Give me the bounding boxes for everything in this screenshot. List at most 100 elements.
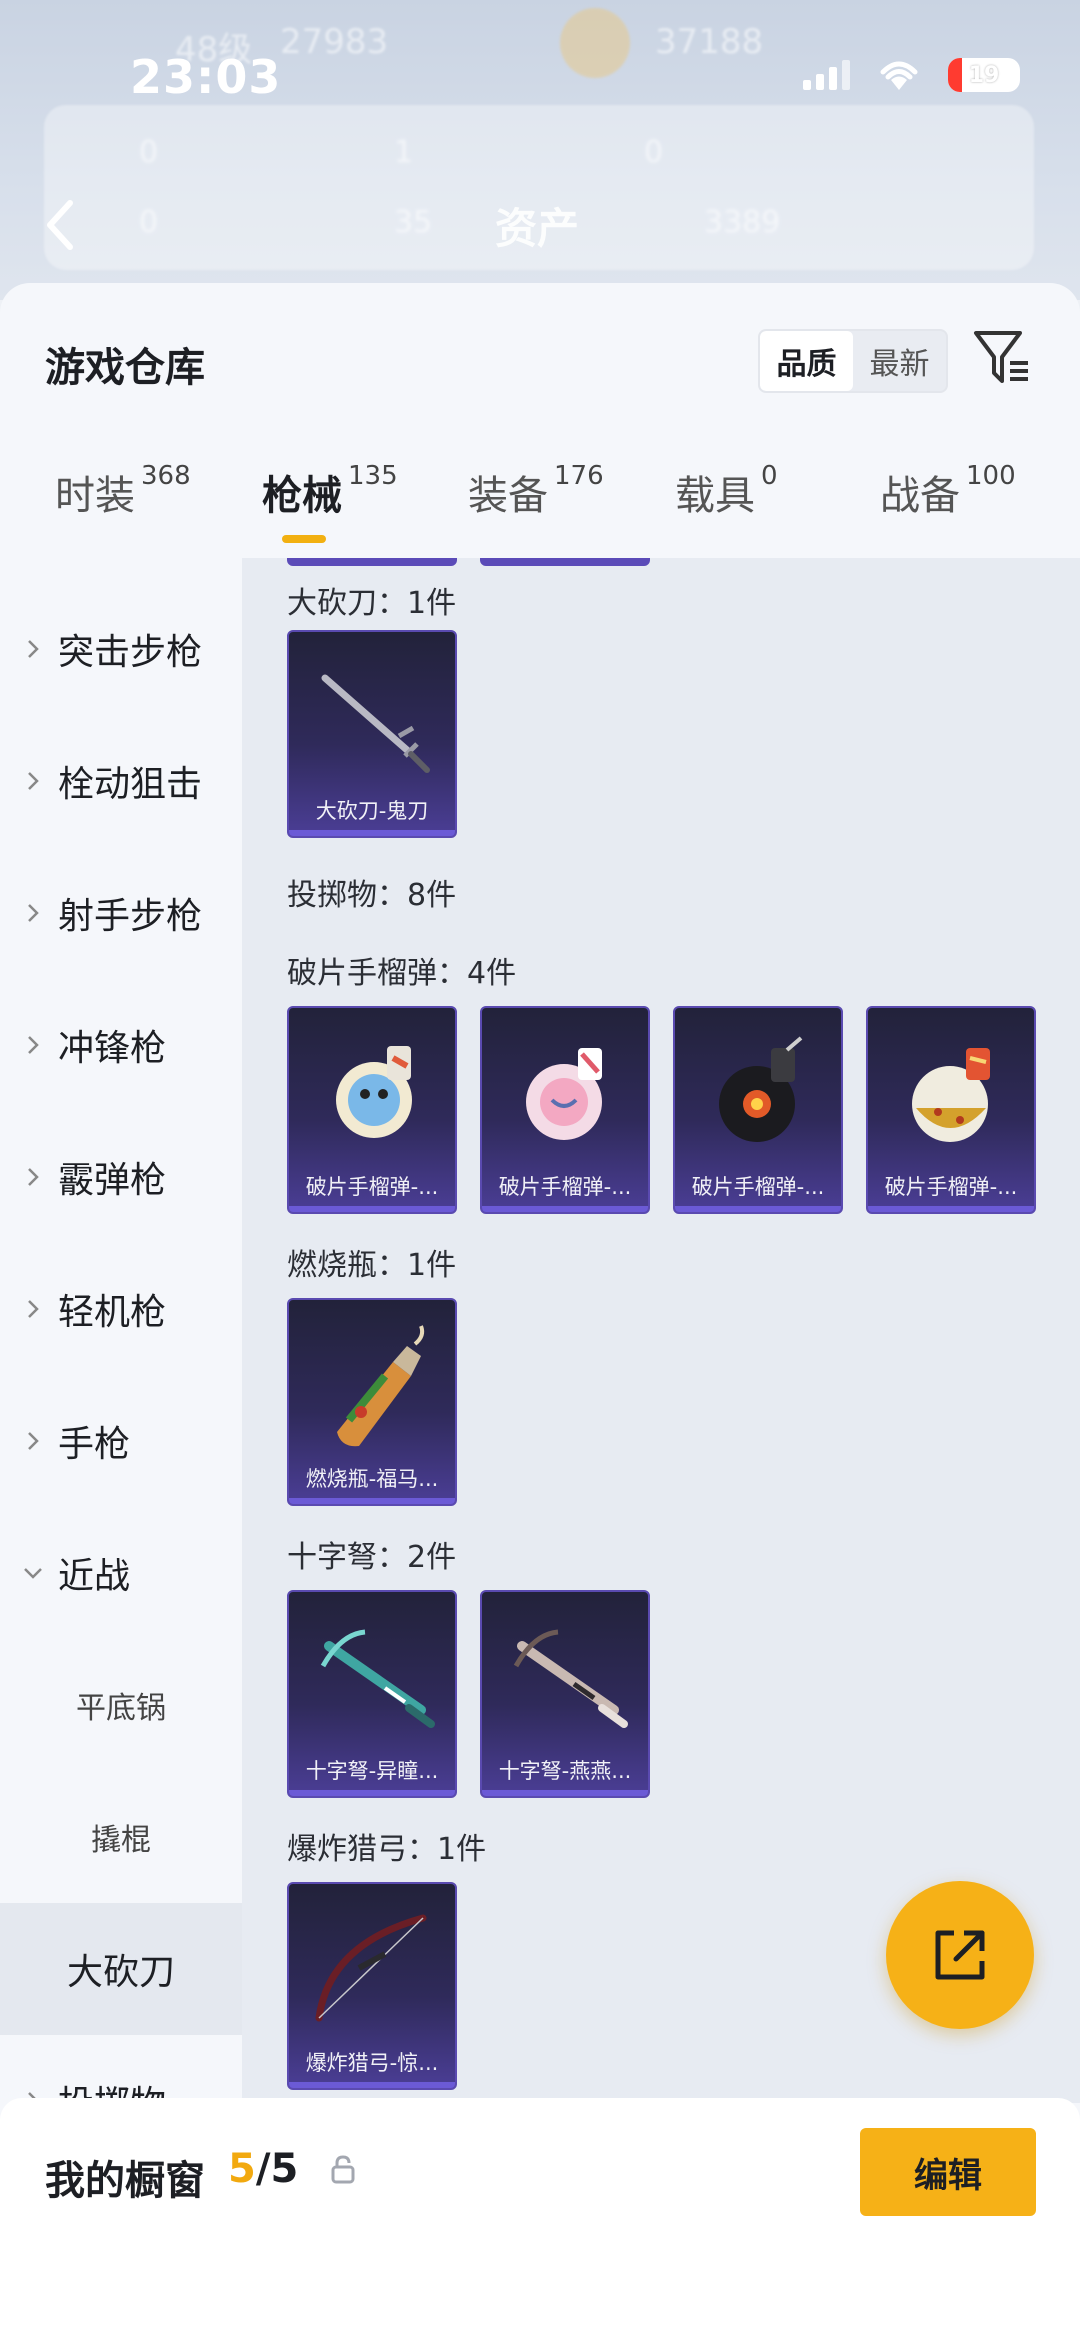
tab-vehicles[interactable]: 载具 0 xyxy=(675,461,778,521)
molotov-icon xyxy=(337,1325,425,1447)
tab-count: 0 xyxy=(761,461,778,491)
showcase-title: 我的橱窗 xyxy=(45,2158,205,2204)
header-background: 48级 27983 37188 23:03 19 0 1 0 0 35 3389… xyxy=(0,0,1080,300)
section-title: 十字弩：2件 xyxy=(287,1540,457,1575)
tab-count: 135 xyxy=(348,461,398,491)
sidebar-item-melee[interactable]: 近战 xyxy=(0,1507,242,1639)
tab-label: 载具 xyxy=(675,473,755,519)
status-icons: 19 xyxy=(803,58,1020,92)
sidebar-item-assault-rifle[interactable]: 突击步枪 xyxy=(0,583,242,715)
chevron-right-icon xyxy=(28,640,39,658)
tab-fashion[interactable]: 时装 368 xyxy=(55,461,191,521)
weapon-category-list: 突击步枪 栓动狙击 射手步枪 冲锋枪 霰弹枪 轻机枪 手枪 近战 平底锅 撬棍 … xyxy=(0,563,242,2341)
sidebar-item-label: 撬棍 xyxy=(91,1823,151,1858)
sidebar-item-label: 霰弹枪 xyxy=(58,1160,167,1201)
item-card[interactable]: 爆炸猎弓-惊... xyxy=(287,1882,457,2090)
tab-count: 368 xyxy=(141,461,191,491)
showcase-bar: 我的橱窗 5/5 编辑 xyxy=(0,2098,1080,2341)
item-name: 破片手榴弹-... xyxy=(498,1175,632,1199)
showcase-current: 5 xyxy=(228,2146,256,2192)
sidebar-item-label: 大砍刀 xyxy=(66,1952,175,1993)
item-name: 十字弩-燕燕... xyxy=(498,1759,632,1783)
battery-level: 19 xyxy=(968,62,1000,88)
sidebar-item-label: 近战 xyxy=(58,1556,131,1597)
item-grid-panel: 大砍刀：1件 大砍刀-鬼刀 投掷物：8件 破片手榴弹：4件 破片手榴弹-... xyxy=(242,558,1080,2103)
crossbow-icon xyxy=(513,1629,628,1728)
sidebar-item-label: 突击步枪 xyxy=(58,632,203,673)
stat-text: 0 xyxy=(644,135,664,170)
item-card[interactable]: 破片手榴弹-... xyxy=(866,1006,1036,1214)
warehouse-sheet: 游戏仓库 品质 最新 时装 368 枪械 135 装备 176 载具 0 战备 … xyxy=(0,283,1080,2341)
chevron-right-icon xyxy=(28,1432,39,1450)
sidebar-item-shotgun[interactable]: 霰弹枪 xyxy=(0,1111,242,1243)
tab-firearms[interactable]: 枪械 135 xyxy=(262,461,398,521)
active-tab-indicator xyxy=(282,535,326,543)
showcase-count: 5/5 xyxy=(228,2146,298,2192)
hunting-bow-icon xyxy=(315,1914,427,2022)
stat-text: 3389 xyxy=(704,205,781,240)
signal-icon xyxy=(803,60,850,90)
category-tabs: 时装 368 枪械 135 装备 176 载具 0 战备 100 xyxy=(0,461,1080,553)
item-card[interactable]: 破片手榴弹-... xyxy=(287,1006,457,1214)
item-card[interactable]: 十字弩-燕燕... xyxy=(480,1590,650,1798)
sidebar-subitem-machete[interactable]: 大砍刀 xyxy=(0,1903,242,2035)
stat-text: 35 xyxy=(394,205,433,240)
item-name: 破片手榴弹-... xyxy=(305,1175,439,1199)
chevron-right-icon xyxy=(28,1168,39,1186)
item-card[interactable]: 十字弩-异瞳... xyxy=(287,1590,457,1798)
item-card-partial xyxy=(480,558,650,566)
sidebar-item-label: 轻机枪 xyxy=(58,1292,167,1333)
stat-text: 0 xyxy=(139,205,159,240)
machete-icon xyxy=(321,674,430,773)
sidebar-item-marksman-rifle[interactable]: 射手步枪 xyxy=(0,847,242,979)
sidebar-item-smg[interactable]: 冲锋枪 xyxy=(0,979,242,1111)
item-name: 燃烧瓶-福马... xyxy=(305,1467,439,1491)
tab-label: 装备 xyxy=(468,473,548,519)
share-external-icon xyxy=(935,1930,985,1980)
page-title: 资产 xyxy=(495,204,580,253)
sort-newest-button[interactable]: 最新 xyxy=(853,331,946,391)
sheet-title: 游戏仓库 xyxy=(45,345,205,391)
chevron-right-icon xyxy=(28,772,39,790)
chevron-right-icon xyxy=(28,1300,39,1318)
sidebar-item-lmg[interactable]: 轻机枪 xyxy=(0,1243,242,1375)
avatar-coin-icon xyxy=(560,8,630,78)
tab-equipment[interactable]: 装备 176 xyxy=(468,461,604,521)
sidebar-item-label: 冲锋枪 xyxy=(58,1028,167,1069)
lock-icon xyxy=(331,2155,355,2184)
sidebar-item-label: 平底锅 xyxy=(76,1691,166,1726)
sort-quality-button[interactable]: 品质 xyxy=(760,331,853,391)
share-button[interactable] xyxy=(886,1881,1034,2029)
grenade-icon xyxy=(719,1036,803,1142)
sidebar-item-label: 栓动狙击 xyxy=(58,764,203,805)
currency-2-text: 37188 xyxy=(655,22,764,62)
back-arrow-icon[interactable] xyxy=(40,195,80,255)
item-card-partial xyxy=(287,558,457,566)
sort-toggle: 品质 最新 xyxy=(758,329,948,393)
grenade-icon xyxy=(336,1046,412,1138)
tab-label: 战备 xyxy=(880,473,960,519)
item-card[interactable]: 大砍刀-鬼刀 xyxy=(287,630,457,838)
stat-text: 1 xyxy=(394,135,414,170)
sidebar-item-bolt-sniper[interactable]: 栓动狙击 xyxy=(0,715,242,847)
item-card[interactable]: 破片手榴弹-... xyxy=(480,1006,650,1214)
filter-icon[interactable] xyxy=(972,327,1032,387)
item-card[interactable]: 破片手榴弹-... xyxy=(673,1006,843,1214)
section-title: 爆炸猎弓：1件 xyxy=(287,1832,487,1867)
sidebar-subitem-crowbar[interactable]: 撬棍 xyxy=(0,1771,242,1903)
sidebar-item-pistol[interactable]: 手枪 xyxy=(0,1375,242,1507)
tab-count: 176 xyxy=(554,461,604,491)
item-name: 十字弩-异瞳... xyxy=(305,1759,439,1783)
item-card[interactable]: 燃烧瓶-福马... xyxy=(287,1298,457,1506)
section-title: 破片手榴弹：4件 xyxy=(287,956,517,991)
stat-text: 0 xyxy=(139,135,159,170)
item-name: 大砍刀-鬼刀 xyxy=(315,799,429,823)
showcase-total: /5 xyxy=(255,2146,299,2192)
item-name: 破片手榴弹-... xyxy=(691,1175,825,1199)
sidebar-subitem-frying-pan[interactable]: 平底锅 xyxy=(0,1639,242,1771)
edit-button[interactable]: 编辑 xyxy=(860,2128,1036,2216)
tab-tactical[interactable]: 战备 100 xyxy=(880,461,1016,521)
wifi-icon xyxy=(880,61,918,90)
tab-label: 枪械 xyxy=(262,473,342,519)
sidebar-item-label: 手枪 xyxy=(58,1424,131,1465)
